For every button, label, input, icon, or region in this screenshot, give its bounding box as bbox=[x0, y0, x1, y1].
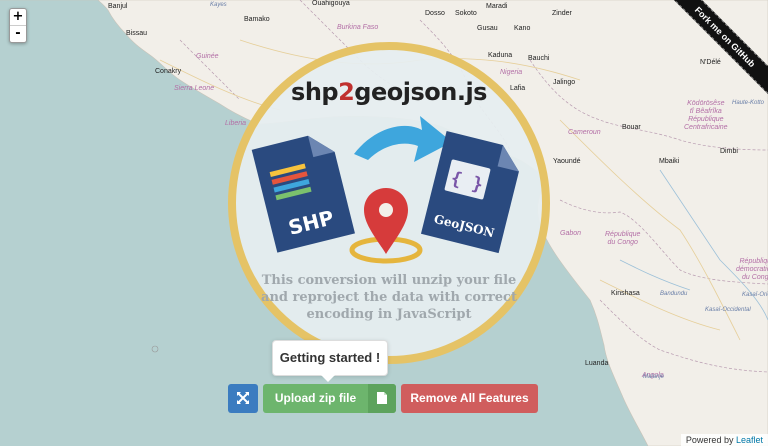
file-icon bbox=[368, 384, 396, 413]
region-label: Kayes bbox=[210, 2, 227, 8]
logo-description: This conversion will unzip your file and… bbox=[261, 273, 517, 322]
attribution-prefix: Powered by bbox=[685, 435, 734, 445]
city-label: Kinshasa bbox=[611, 290, 640, 297]
region-label: Kasaï-Occidental bbox=[705, 307, 751, 313]
map-attribution: Powered by Leaflet bbox=[680, 434, 768, 446]
country-label: Sierra Leone bbox=[174, 85, 215, 92]
city-label: Dosso bbox=[425, 10, 445, 17]
github-ribbon: Fork me on GitHub bbox=[668, 0, 768, 100]
getting-started-tooltip[interactable]: Getting started ! bbox=[272, 340, 388, 382]
expand-button[interactable] bbox=[228, 384, 258, 413]
region-label: Haute-Kotto bbox=[732, 100, 765, 106]
country-label: Cameroun bbox=[568, 129, 601, 136]
city-label: Banjul bbox=[108, 3, 128, 10]
city-label: Dimbi bbox=[720, 148, 738, 155]
city-label: Zinder bbox=[552, 10, 572, 17]
city-label: Luanda bbox=[585, 360, 609, 367]
app-logo-panel: shp2geojson.js SHP { } GeoJSON This conv… bbox=[228, 42, 550, 364]
upload-zip-button[interactable]: Upload zip file bbox=[263, 384, 396, 413]
map-pin-icon bbox=[349, 188, 423, 264]
city-label: Maradi bbox=[486, 3, 508, 10]
city-label: Kano bbox=[514, 25, 531, 32]
shp-file-icon: SHP bbox=[251, 135, 355, 253]
city-label: Bamako bbox=[244, 16, 270, 23]
city-label: Yaoundé bbox=[553, 158, 581, 165]
city-label: Jalingo bbox=[553, 79, 576, 86]
country-label: République du Congo bbox=[605, 231, 641, 246]
city-label: Sokoto bbox=[455, 10, 477, 17]
zoom-out-button[interactable]: - bbox=[10, 25, 26, 42]
city-label: Bouar bbox=[622, 124, 641, 131]
leaflet-link[interactable]: Leaflet bbox=[736, 435, 763, 445]
country-label: Républiquedémocratiquedu Congo bbox=[736, 258, 768, 281]
country-label: Gabon bbox=[560, 230, 582, 237]
island-marker bbox=[151, 345, 159, 353]
region-label: Malanje bbox=[643, 374, 665, 380]
remove-all-features-button[interactable]: Remove All Features bbox=[401, 384, 538, 413]
city-label: Gusau bbox=[477, 25, 498, 32]
city-label: Ouahigouya bbox=[312, 0, 350, 7]
country-label: Ködörösêse tî Bêafrîka République Centrafri… bbox=[684, 100, 728, 131]
country-label: Guinée bbox=[196, 53, 219, 60]
country-label: Burkina Faso bbox=[337, 24, 379, 31]
region-label: Bandundu bbox=[660, 291, 688, 297]
region-label: Kasaï-Oriental bbox=[742, 292, 768, 298]
city-label: Bissau bbox=[126, 30, 148, 37]
zoom-control: + - bbox=[9, 8, 27, 43]
arrow-icon bbox=[354, 116, 452, 162]
expand-icon bbox=[237, 392, 249, 404]
upload-label: Upload zip file bbox=[274, 391, 357, 405]
city-label: Mbaiki bbox=[659, 158, 680, 165]
zoom-in-button[interactable]: + bbox=[10, 9, 26, 25]
fork-me-on-github-link[interactable]: Fork me on GitHub bbox=[668, 0, 768, 100]
city-label: Conakry bbox=[155, 68, 182, 75]
